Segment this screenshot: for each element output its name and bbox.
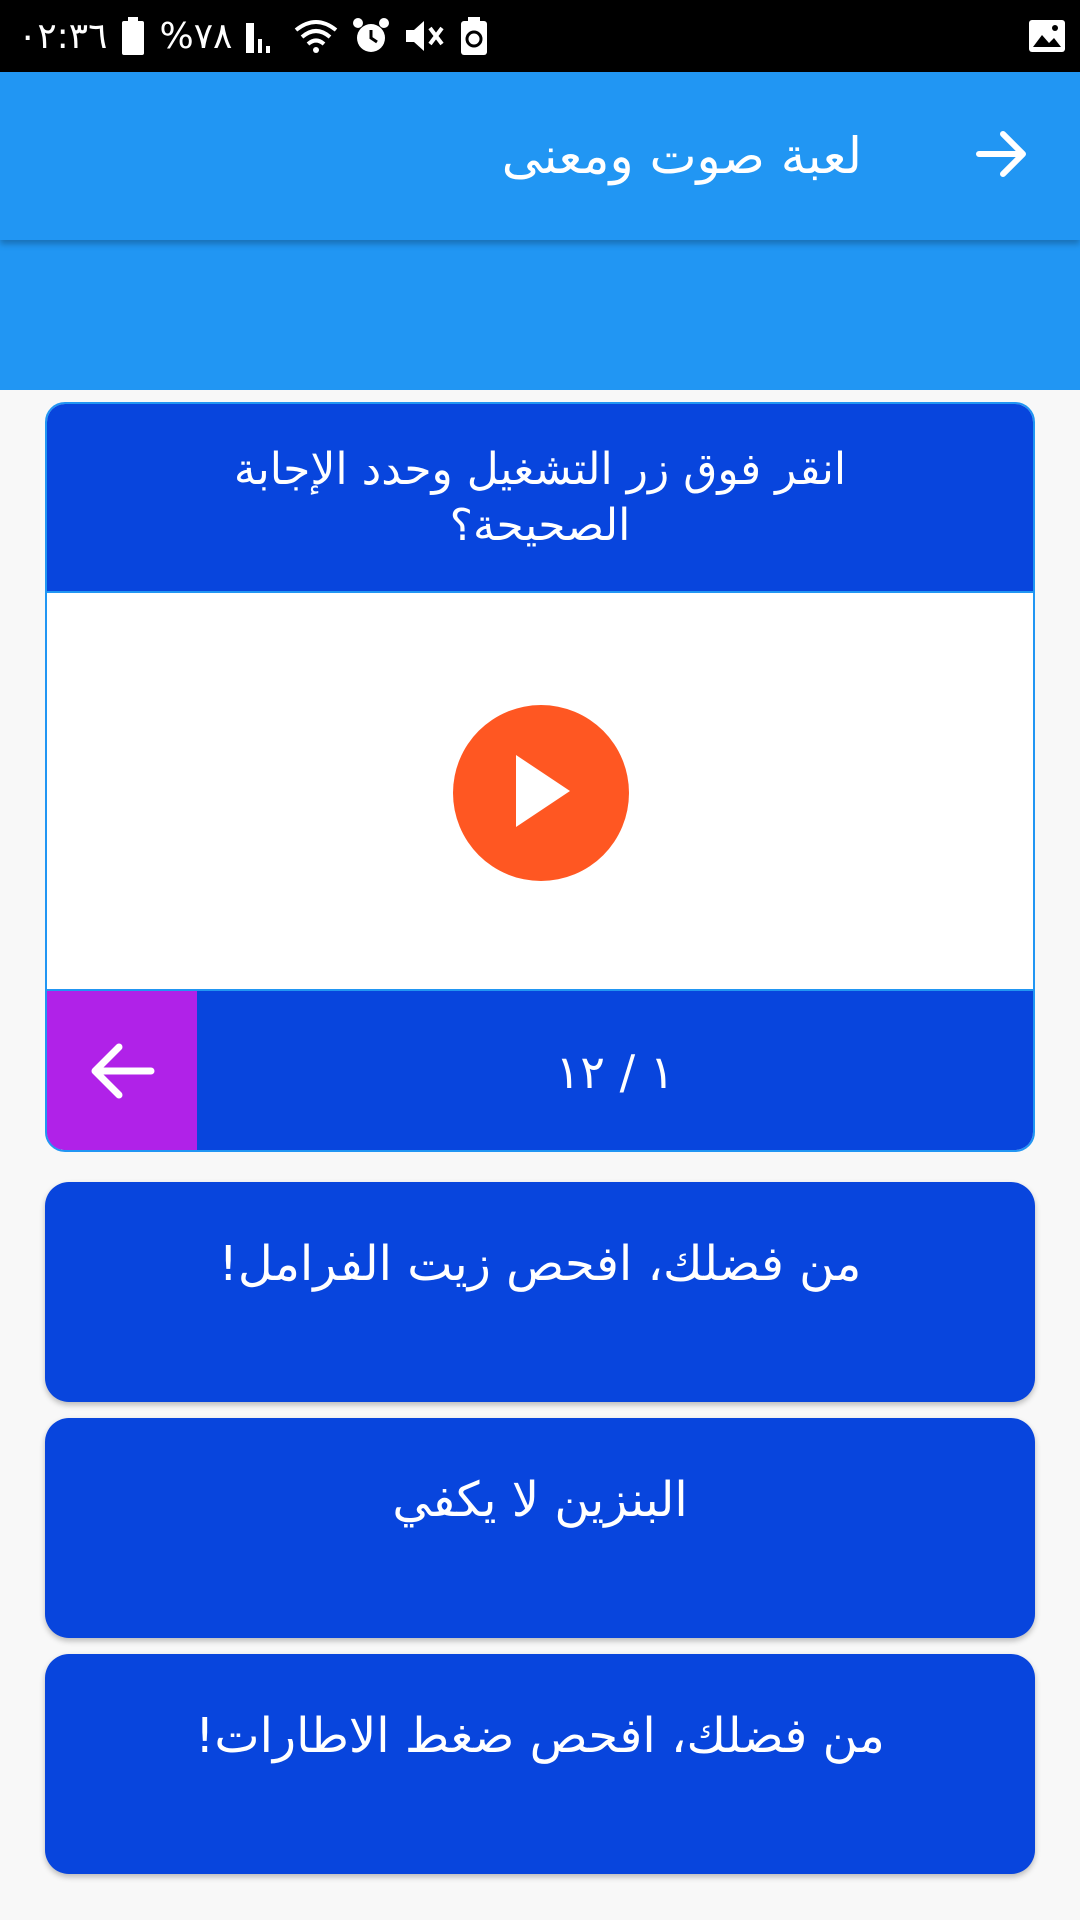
arrow-left-icon	[89, 1041, 155, 1105]
answer-label: من فضلك، افحص زيت الفرامل!	[218, 1236, 862, 1292]
answer-label: من فضلك، افحص ضغط الاطارات!	[195, 1708, 885, 1764]
alarm-icon	[352, 17, 390, 55]
battery-percent: %٧٨	[159, 15, 233, 57]
header-background-band	[0, 240, 1080, 390]
arrow-right-icon	[975, 127, 1029, 185]
mute-icon	[404, 18, 446, 54]
question-header: انقر فوق زر التشغيل وحدد الإجابة الصحيحة…	[47, 404, 1033, 591]
answer-button-3[interactable]: من فضلك، افحص ضغط الاطارات!	[45, 1654, 1035, 1874]
question-text: انقر فوق زر التشغيل وحدد الإجابة الصحيحة…	[233, 443, 847, 551]
answer-button-2[interactable]: البنزين لا يكفي	[45, 1418, 1035, 1638]
status-time: ٠٢:٣٦	[18, 15, 108, 57]
play-button[interactable]	[453, 705, 629, 881]
answer-button-1[interactable]: من فضلك، افحص زيت الفرامل!	[45, 1182, 1035, 1402]
app-bar: لعبة صوت ومعنى	[0, 72, 1080, 240]
battery-icon	[121, 17, 145, 55]
status-left-group: ٠٢:٣٦ %٧٨	[18, 0, 488, 72]
wifi-icon	[294, 18, 338, 54]
answer-label: البنزين لا يكفي	[392, 1472, 688, 1528]
question-progress: ١ / ١٢	[555, 1045, 675, 1099]
back-button[interactable]	[962, 116, 1042, 196]
app-title: لعبة صوت ومعنى	[501, 127, 862, 185]
gallery-icon	[1028, 19, 1066, 53]
question-card: انقر فوق زر التشغيل وحدد الإجابة الصحيحة…	[45, 402, 1035, 1152]
play-icon	[506, 751, 576, 835]
media-area	[47, 591, 1033, 991]
question-footer: ١ / ١٢	[47, 991, 1033, 1150]
status-bar: ٠٢:٣٦ %٧٨	[0, 0, 1080, 72]
status-right-group	[1028, 0, 1066, 72]
next-question-button[interactable]	[47, 991, 197, 1150]
signal-icon	[246, 19, 280, 53]
recycle-icon	[460, 17, 488, 55]
